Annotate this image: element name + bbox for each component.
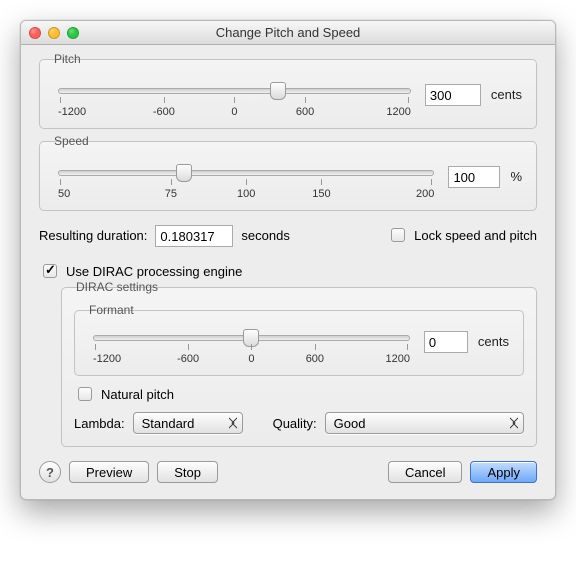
dirac-use-checkbox[interactable] — [43, 264, 57, 278]
tick-label: 600 — [270, 96, 341, 118]
tick-label: 100 — [209, 178, 284, 200]
lock-checkbox[interactable] — [391, 228, 405, 242]
formant-value-input[interactable] — [424, 331, 468, 353]
close-icon[interactable] — [29, 27, 41, 39]
tick-label: 150 — [284, 178, 359, 200]
quality-select[interactable]: Good — [325, 412, 524, 434]
dirac-use-label: Use DIRAC processing engine — [66, 264, 242, 279]
tick-label: 600 — [283, 343, 346, 365]
dirac-checkbox-row[interactable]: Use DIRAC processing engine — [39, 261, 242, 281]
tick-label: 200 — [359, 178, 434, 200]
dirac-selects-row: Lambda: Standard Quality: Good — [74, 412, 524, 434]
pitch-slider[interactable] — [58, 88, 411, 94]
dirac-settings-group: DIRAC settings Formant -1200 -600 0 600 — [61, 287, 537, 447]
tick-label: 75 — [133, 178, 208, 200]
pitch-group: Pitch -1200 -600 0 600 1200 cents — [39, 59, 537, 129]
natural-pitch-row[interactable]: Natural pitch — [74, 384, 524, 404]
formant-ticks: -1200 -600 0 600 1200 — [93, 343, 410, 365]
tick-label: -1200 — [58, 96, 129, 118]
tick-label: 50 — [58, 178, 133, 200]
tick-label: 0 — [220, 343, 283, 365]
zoom-icon[interactable] — [67, 27, 79, 39]
stop-button[interactable]: Stop — [157, 461, 218, 483]
speed-group: Speed 50 75 100 150 200 % — [39, 141, 537, 211]
speed-slider[interactable] — [58, 170, 434, 176]
dialog-window: Change Pitch and Speed Pitch -1200 -600 … — [20, 20, 556, 500]
natural-pitch-checkbox[interactable] — [78, 387, 92, 401]
lock-label: Lock speed and pitch — [414, 228, 537, 243]
formant-group: Formant -1200 -600 0 600 1200 — [74, 310, 524, 376]
duration-label: Resulting duration: — [39, 228, 147, 243]
formant-slider[interactable] — [93, 335, 410, 341]
apply-button[interactable]: Apply — [470, 461, 537, 483]
lock-checkbox-row[interactable]: Lock speed and pitch — [387, 225, 537, 245]
button-row: ? Preview Stop Cancel Apply — [39, 461, 537, 483]
pitch-value-input[interactable] — [425, 84, 481, 106]
pitch-ticks: -1200 -600 0 600 1200 — [58, 96, 411, 118]
tick-label: -1200 — [93, 343, 156, 365]
tick-label: -600 — [129, 96, 200, 118]
lambda-select[interactable]: Standard — [133, 412, 243, 434]
formant-unit: cents — [478, 329, 509, 349]
speed-legend: Speed — [50, 134, 93, 148]
tick-label: 1200 — [347, 343, 410, 365]
dirac-legend: DIRAC settings — [72, 280, 162, 294]
tick-label: 0 — [199, 96, 270, 118]
pitch-legend: Pitch — [50, 52, 85, 66]
lambda-label: Lambda: — [74, 416, 125, 431]
dialog-body: Pitch -1200 -600 0 600 1200 cents — [21, 45, 555, 499]
cancel-button[interactable]: Cancel — [388, 461, 462, 483]
pitch-unit: cents — [491, 82, 522, 102]
tick-label: 1200 — [340, 96, 411, 118]
duration-unit: seconds — [241, 228, 289, 243]
window-title: Change Pitch and Speed — [29, 25, 547, 40]
dirac-use-row: Use DIRAC processing engine — [39, 261, 537, 281]
help-icon[interactable]: ? — [39, 461, 61, 483]
minimize-icon[interactable] — [48, 27, 60, 39]
preview-button[interactable]: Preview — [69, 461, 149, 483]
natural-pitch-label: Natural pitch — [101, 387, 174, 402]
titlebar: Change Pitch and Speed — [21, 21, 555, 45]
duration-row: Resulting duration: seconds Lock speed a… — [39, 223, 537, 247]
quality-label: Quality: — [273, 416, 317, 431]
tick-label: -600 — [156, 343, 219, 365]
speed-ticks: 50 75 100 150 200 — [58, 178, 434, 200]
window-traffic-lights — [29, 27, 79, 39]
duration-value-input[interactable] — [155, 225, 233, 247]
speed-unit: % — [510, 164, 522, 184]
speed-value-input[interactable] — [448, 166, 500, 188]
formant-legend: Formant — [85, 303, 138, 317]
